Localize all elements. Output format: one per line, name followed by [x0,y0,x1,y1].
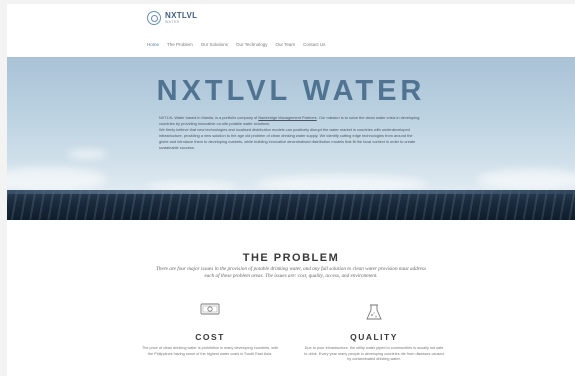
window-background: NXTLVL WATER Home The Problem Our Soluti… [0,0,575,376]
quality-text: Due to poor infrastructure, the utility … [304,346,444,361]
quality-column: QUALITY Due to poor infrastructure, the … [304,302,444,363]
nav-item-contact-us[interactable]: Contact Us [303,42,325,47]
cloud-decoration [477,169,575,191]
logo-title: NXTLVL [165,10,198,20]
hero-title: NXTLVL WATER [156,75,426,107]
logo-text: NXTLVL WATER [165,10,198,25]
problem-intro: There are four major issues in the provi… [156,266,426,279]
cost-column: COST The price of clean drinking water i… [140,302,280,357]
cost-title: COST [195,332,225,342]
site-logo[interactable]: NXTLVL WATER [147,11,197,25]
nav-item-the-problem[interactable]: The Problem [167,42,193,47]
money-icon [200,303,220,315]
problem-title: THE PROBLEM [242,252,340,264]
nav-item-our-team[interactable]: Our Team [275,42,295,47]
ocean-image [7,190,575,220]
cost-text: The price of clean drinking water is pro… [141,346,279,356]
bambridge-link[interactable]: Bambridge Management Partners [258,115,316,120]
cloud-decoration [7,167,107,192]
hero-text: NXTLVL Water based in Manila, is a portf… [159,115,259,120]
hero-paragraph-2: We firmly believe that new technologies … [159,127,416,150]
logo-globe-icon [147,11,161,25]
nav-item-our-solutions[interactable]: Our Solutions [201,42,228,47]
quality-title: QUALITY [350,332,398,342]
nav-item-our-technology[interactable]: Our Technology [236,42,267,47]
cloud-decoration [67,149,107,159]
web-page: NXTLVL WATER Home The Problem Our Soluti… [7,4,575,376]
main-nav: Home The Problem Our Solutions Our Techn… [147,42,325,47]
logo-subtitle: WATER [165,19,180,24]
lab-flask-icon [366,304,382,320]
hero-description: NXTLVL Water based in Manila, is a portf… [159,115,423,151]
nav-item-home[interactable]: Home [147,42,159,47]
hero-section: NXTLVL WATER NXTLVL Water based in Manil… [7,57,575,220]
